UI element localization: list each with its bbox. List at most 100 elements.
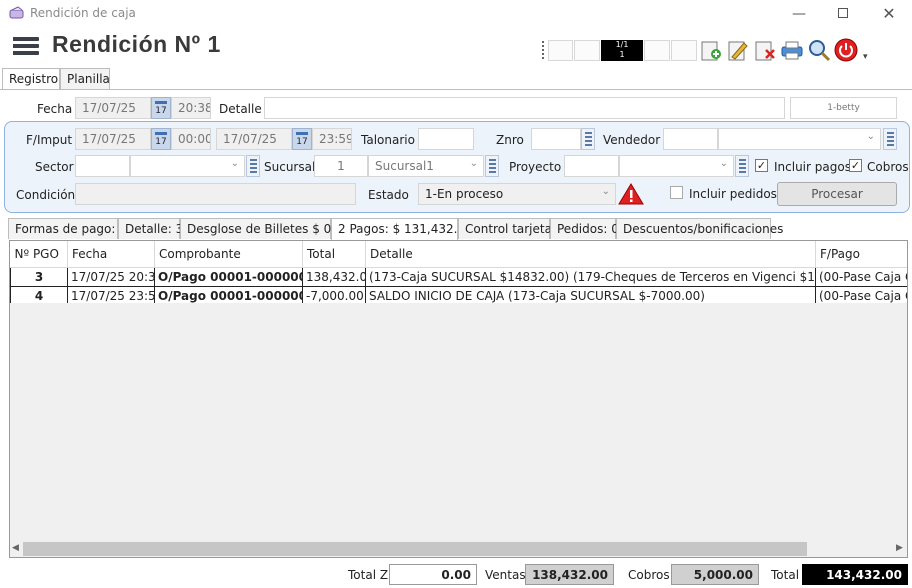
tab-planilla[interactable]: Planilla [60, 68, 110, 89]
prev-record-button[interactable] [574, 40, 600, 61]
col-header-comprobante[interactable]: Comprobante [154, 241, 303, 268]
tab-desglose-billetes[interactable]: Desglose de Billetes $ 0.00 [180, 218, 350, 239]
proyecto-picker-icon[interactable] [735, 155, 749, 177]
cobros-checkbox[interactable]: ✓ [849, 159, 862, 172]
ventas-label: Ventas [485, 568, 526, 582]
cell-fecha: 17/07/25 20:39 [67, 266, 155, 287]
proyecto-select[interactable]: ⌄ [619, 155, 734, 177]
fimput-hasta-field[interactable]: 17/07/25 [216, 128, 292, 150]
proyecto-code-input[interactable] [564, 155, 619, 177]
search-icon[interactable] [807, 38, 831, 62]
col-header-fpago[interactable]: F/Pago [815, 241, 907, 268]
sector-label: Sector [35, 160, 74, 174]
sucursal-picker-icon[interactable] [485, 155, 499, 177]
chevron-down-icon: ⌄ [866, 131, 875, 142]
tab-formas-de-pago[interactable]: Formas de pago: 3 [8, 218, 127, 239]
detalle-label: Detalle [219, 102, 262, 116]
cell-fpago: (00-Pase Caja Ch [815, 266, 907, 287]
cobros-value: 5,000.00 [671, 564, 759, 585]
fecha-field[interactable]: 17/07/25 [75, 97, 151, 119]
estado-select[interactable]: 1-En proceso ⌄ [418, 183, 616, 205]
toolbar-grip [542, 41, 545, 59]
toolbar-overflow-icon[interactable]: ▾ [863, 52, 868, 62]
page-title: Rendición Nº 1 [52, 31, 221, 57]
app-icon [9, 6, 24, 19]
estado-label: Estado [368, 188, 409, 202]
fimput-label: F/Imput [26, 133, 73, 147]
znro-label: Znro [496, 133, 524, 147]
close-button[interactable]: ✕ [874, 4, 904, 24]
vendedor-code-input[interactable] [663, 128, 718, 150]
page-indicator-line2: 1 [619, 50, 625, 59]
grid-empty-area [10, 303, 907, 541]
col-header-detalle[interactable]: Detalle [365, 241, 816, 268]
tab-descuentos[interactable]: Descuentos/bonificaciones [616, 218, 783, 239]
tab-pagos[interactable]: 2 Pagos: $ 131,432.00 [331, 218, 473, 240]
condicion-input[interactable] [75, 183, 356, 205]
incluir-pagos-label: Incluir pagos [774, 160, 851, 174]
incluir-pagos-checkbox[interactable]: ✓ [755, 159, 768, 172]
calendar-icon[interactable]: 17 [151, 97, 171, 119]
edit-pencil-icon[interactable] [726, 38, 750, 62]
sucursal-label: Sucursal [264, 160, 316, 174]
fimput-desde-field[interactable]: 17/07/25 [75, 128, 151, 150]
cobros-label: Cobros [867, 160, 909, 174]
page-indicator-line1: 1/1 [615, 40, 629, 49]
last-record-button[interactable] [671, 40, 697, 61]
calendar-hasta-icon[interactable]: 17 [292, 128, 312, 150]
detalle-input[interactable] [264, 97, 785, 119]
tab-detalle[interactable]: Detalle: 3 [118, 218, 183, 239]
payments-table: Nº PGO Fecha Comprobante Total Detalle F… [10, 241, 907, 306]
minimize-button[interactable]: — [784, 4, 814, 24]
procesar-button[interactable]: Procesar [777, 182, 897, 206]
chevron-down-icon: ⌄ [601, 186, 610, 197]
znro-input[interactable] [531, 128, 581, 150]
new-document-icon[interactable] [699, 38, 723, 62]
table-row[interactable]: 3 17/07/25 20:39 O/Pago 00001-00000002 1… [10, 266, 907, 287]
tab-control-tarjetas[interactable]: Control tarjetas [458, 218, 558, 239]
scroll-right-icon[interactable]: ▶ [896, 543, 903, 553]
scrollbar-thumb[interactable] [23, 542, 807, 556]
chevron-down-icon: ⌄ [469, 158, 478, 169]
sector-picker-icon[interactable] [246, 155, 260, 177]
talonario-input[interactable] [418, 128, 474, 150]
fecha-label: Fecha [37, 102, 73, 116]
menu-icon[interactable] [13, 37, 39, 56]
znro-picker-icon[interactable] [581, 128, 595, 150]
calendar-desde-icon[interactable]: 17 [151, 128, 171, 150]
cell-nro: 3 [10, 266, 68, 287]
vendedor-picker-icon[interactable] [883, 128, 897, 150]
tab-pedidos[interactable]: Pedidos: 0 [550, 218, 619, 239]
incluir-pedidos-checkbox[interactable] [670, 186, 683, 199]
delete-document-icon[interactable] [753, 38, 777, 62]
vendedor-label: Vendedor [603, 133, 661, 147]
power-exit-icon[interactable] [834, 38, 858, 62]
vendedor-select[interactable]: ⌄ [718, 128, 881, 150]
sector-code-input[interactable] [75, 155, 130, 177]
warning-icon [618, 183, 644, 205]
tab-registro[interactable]: Registro [2, 68, 60, 90]
fimput-desde-hora[interactable]: 00:00 [171, 128, 211, 150]
sucursal-select[interactable]: Sucursal1 ⌄ [368, 155, 484, 177]
window-title: Rendición de caja [30, 6, 136, 20]
sucursal-code-input[interactable]: 1 [314, 155, 368, 177]
col-header-fecha[interactable]: Fecha [67, 241, 155, 268]
chevron-down-icon: ⌄ [719, 158, 728, 169]
fimput-hasta-hora[interactable]: 23:59 [312, 128, 352, 150]
maximize-button[interactable] [828, 4, 858, 24]
scroll-left-icon[interactable]: ◀ [12, 543, 19, 553]
hora-field[interactable]: 20:38 [171, 97, 211, 119]
next-record-button[interactable] [644, 40, 670, 61]
col-header-nro[interactable]: Nº PGO [10, 241, 68, 268]
proyecto-label: Proyecto [509, 160, 562, 174]
totalz-value: 0.00 [389, 564, 477, 585]
ventas-value: 138,432.00 [525, 564, 614, 585]
print-icon[interactable] [780, 38, 804, 62]
totalz-label: Total Z [348, 568, 389, 582]
col-header-total[interactable]: Total [302, 241, 366, 268]
tab-divider [0, 89, 912, 90]
sucursal-select-value: Sucursal1 [375, 159, 434, 173]
sector-select[interactable]: ⌄ [130, 155, 245, 177]
cobros-total-label: Cobros [628, 568, 670, 582]
first-record-button[interactable] [548, 40, 573, 61]
